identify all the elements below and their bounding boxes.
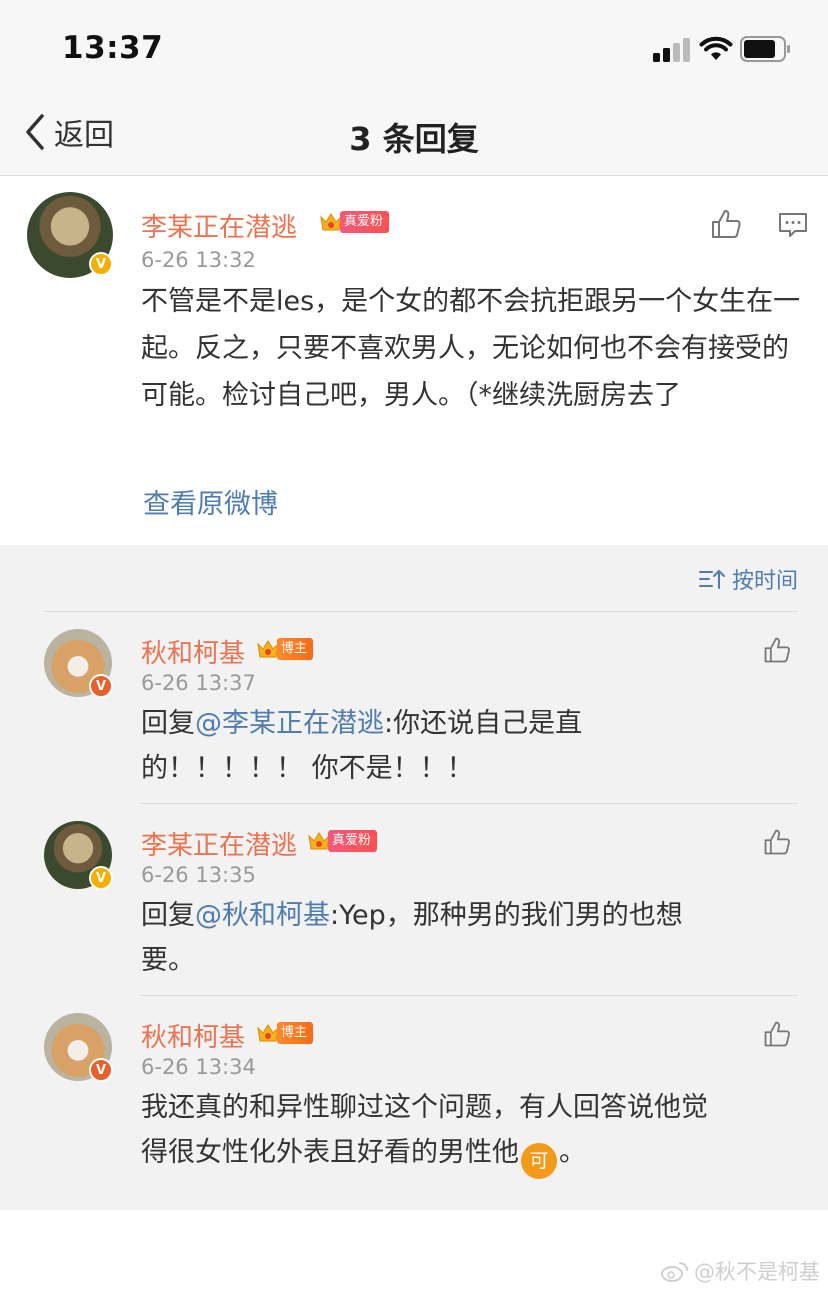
navigation-bar: 返回 3 条回复 [0, 96, 828, 176]
badge-label: 真爱粉 [328, 830, 378, 852]
reply-text-line: 的！！！！！ 你不是！！！ [141, 753, 474, 784]
reply-text: 回复@李某正在潜逃:你还说自己是直 的！！！！！ 你不是！！！ [141, 701, 801, 791]
weibo-logo-icon [661, 1262, 688, 1282]
username[interactable]: 秋和柯基 [141, 633, 245, 670]
blogger-badge: 博主 [255, 637, 314, 661]
comment-icon[interactable] [778, 211, 808, 239]
cellular-signal-icon [653, 38, 691, 62]
page-title: 3 条回复 [349, 120, 479, 158]
divider [141, 803, 798, 804]
reply-text-line: 得很女性化外表且好看的男性他 [141, 1137, 519, 1168]
blogger-badge: 博主 [255, 1021, 314, 1045]
username[interactable]: 李某正在潜逃 [141, 207, 297, 244]
mention-link[interactable]: @李某正在潜逃 [195, 708, 384, 739]
reply-text-line: 我还真的和异性聊过这个问题，有人回答说他觉 [141, 1092, 708, 1123]
avatar[interactable]: V [44, 821, 113, 890]
reply-prefix: 回复 [141, 708, 195, 739]
reply-text: 回复@秋和柯基:Yep，那种男的我们男的也想 要。 [141, 893, 801, 983]
username[interactable]: 李某正在潜逃 [141, 825, 297, 862]
reply-text-line: 。 [559, 1137, 586, 1168]
view-original-link[interactable]: 查看原微博 [143, 482, 278, 521]
badge-label: 博主 [277, 638, 314, 660]
timestamp: 6-26 13:32 [141, 248, 256, 272]
badge-label: 博主 [277, 1022, 314, 1044]
like-icon[interactable] [762, 1019, 792, 1049]
status-bar: 13:37 [0, 0, 828, 96]
main-comment: V 李某正在潜逃 真爱粉 6-26 13:32 不管是不是les，是个女的都不会… [0, 177, 828, 545]
divider [45, 611, 798, 612]
status-time: 13:37 [62, 30, 164, 66]
reply-prefix: 回复 [141, 900, 195, 931]
wifi-icon [699, 36, 733, 60]
verified-icon: V [89, 1058, 113, 1082]
verified-icon: V [89, 252, 113, 276]
sort-label: 按时间 [731, 569, 798, 594]
sort-by-time-button[interactable]: 按时间 [698, 563, 798, 595]
reply-text-line: 要。 [141, 945, 195, 976]
like-icon[interactable] [762, 827, 792, 857]
avatar[interactable]: V [27, 192, 113, 278]
comment-text: 不管是不是les，是个女的都不会抗拒跟另一个女生在一起。反之，只要不喜欢男人，无… [141, 286, 801, 411]
reply-text-line: :你还说自己是直 [384, 708, 583, 739]
verified-icon: V [89, 674, 113, 698]
mention-link[interactable]: @秋和柯基 [195, 900, 330, 931]
badge-label: 真爱粉 [340, 211, 390, 233]
timestamp: 6-26 13:34 [141, 1055, 256, 1079]
verified-icon: V [89, 866, 113, 890]
ke-emoji-icon: 可 [521, 1143, 557, 1179]
watermark: @秋不是柯基 [660, 1256, 820, 1286]
fan-badge: 真爱粉 [306, 829, 378, 853]
replies-section: 按时间 V 秋和柯基 博主 6-26 13:37 回复@李某正在潜逃:你还说自己… [0, 545, 828, 1210]
avatar[interactable]: V [44, 1013, 113, 1082]
avatar[interactable]: V [44, 629, 113, 698]
watermark-text: @秋不是柯基 [694, 1260, 820, 1284]
fan-badge: 真爱粉 [318, 210, 390, 234]
timestamp: 6-26 13:37 [141, 671, 256, 695]
timestamp: 6-26 13:35 [141, 863, 256, 887]
sort-icon [698, 570, 725, 589]
like-icon[interactable] [762, 635, 792, 665]
reply-text: 我还真的和异性聊过这个问题，有人回答说他觉 得很女性化外表且好看的男性他可。 [141, 1085, 811, 1179]
divider [141, 995, 798, 996]
username[interactable]: 秋和柯基 [141, 1017, 245, 1054]
reply-text-line: :Yep，那种男的我们男的也想 [330, 900, 683, 931]
battery-icon [740, 36, 790, 62]
like-icon[interactable] [709, 207, 743, 241]
